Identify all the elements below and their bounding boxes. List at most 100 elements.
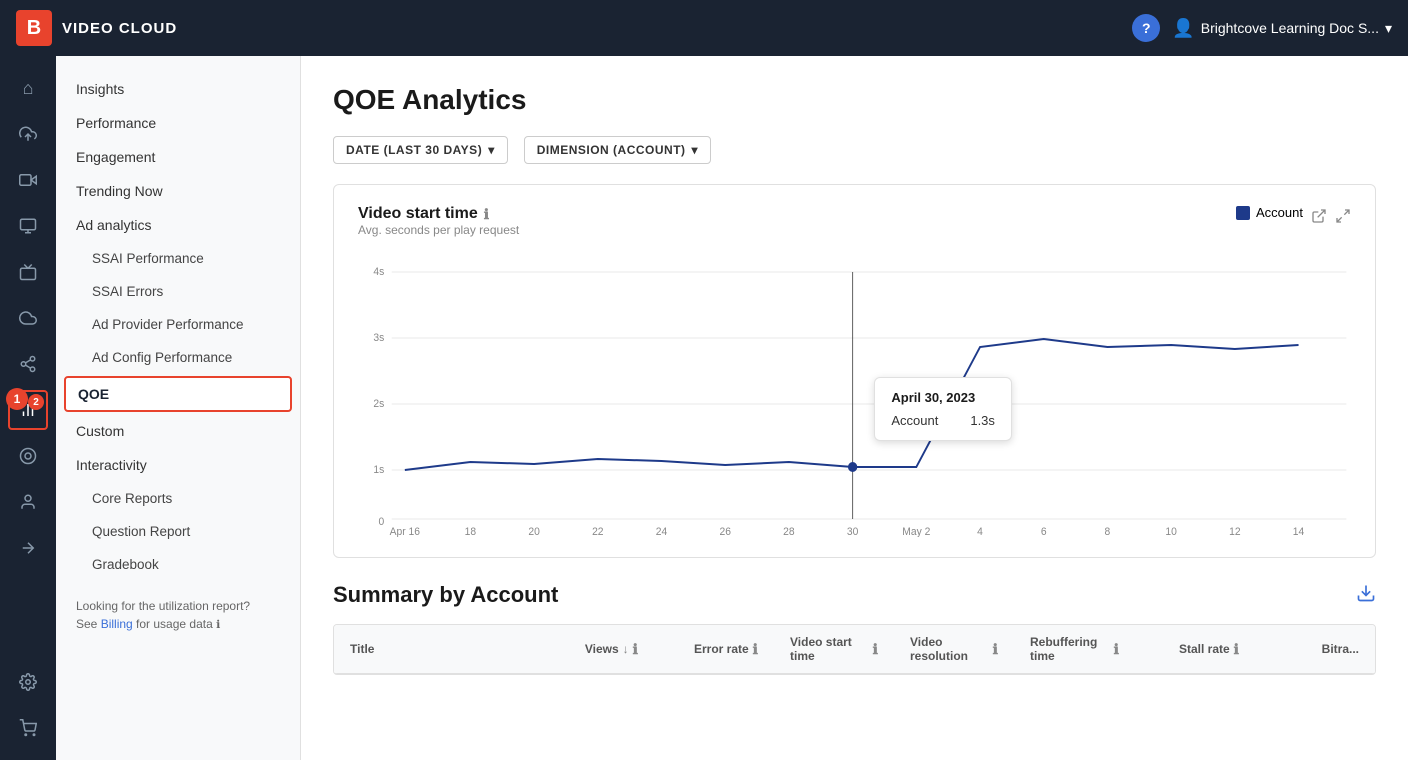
badge-2: 2 — [28, 394, 44, 410]
th-views[interactable]: Views ↓ ℹ — [534, 635, 654, 663]
sidebar-users[interactable] — [8, 482, 48, 522]
svg-text:6: 6 — [1041, 526, 1047, 537]
table-header: Title Views ↓ ℹ Error rate ℹ Video start… — [334, 625, 1375, 674]
dimension-filter-chevron: ▾ — [692, 143, 699, 157]
chart-header: Video start time ℹ Avg. seconds per play… — [358, 205, 1351, 253]
main-layout: ⌂ 1 2 — [0, 56, 1408, 760]
svg-text:30: 30 — [847, 526, 859, 537]
nav-sidebar: Insights Performance Engagement Trending… — [56, 56, 301, 760]
sidebar-arrow[interactable] — [8, 528, 48, 568]
th-start-time: Video start time ℹ — [774, 635, 894, 663]
svg-text:24: 24 — [656, 526, 668, 537]
date-filter[interactable]: DATE (LAST 30 DAYS) ▾ — [333, 136, 508, 164]
sidebar-home[interactable]: ⌂ — [8, 68, 48, 108]
th-rebuffering: Rebuffering time ℹ — [1014, 635, 1135, 663]
th-stall-rate: Stall rate ℹ — [1135, 635, 1255, 663]
export-icon[interactable] — [1311, 208, 1327, 229]
nav-gradebook[interactable]: Gradebook — [56, 548, 300, 581]
sidebar-analytics[interactable]: 1 2 — [8, 390, 48, 430]
sidebar-tv[interactable] — [8, 252, 48, 292]
nav-ad-provider[interactable]: Ad Provider Performance — [56, 308, 300, 341]
dimension-filter-label: DIMENSION (ACCOUNT) — [537, 143, 686, 157]
th-rebuf-info: ℹ — [1114, 641, 1119, 658]
chart-svg: 4s 3s 2s 1s 0 Apr 16 18 20 22 24 — [358, 257, 1351, 537]
svg-text:4s: 4s — [373, 266, 384, 278]
sidebar-settings[interactable] — [8, 662, 48, 702]
sidebar-monitor[interactable] — [8, 436, 48, 476]
nav-footer: Looking for the utilization report?See B… — [56, 581, 300, 650]
sidebar-cart[interactable] — [8, 708, 48, 748]
billing-link[interactable]: Billing — [101, 617, 133, 631]
sidebar-video[interactable] — [8, 160, 48, 200]
download-button[interactable] — [1356, 583, 1376, 608]
nav-ssai-errors[interactable]: SSAI Errors — [56, 275, 300, 308]
footer-suffix: for usage data — [136, 617, 216, 631]
nav-performance[interactable]: Performance — [56, 106, 300, 140]
filter-bar: DATE (LAST 30 DAYS) ▾ DIMENSION (ACCOUNT… — [333, 136, 1376, 164]
chart-title: Video start time ℹ — [358, 205, 519, 223]
topnav-right: ? 👤 Brightcove Learning Doc S... ▾ — [1132, 14, 1392, 42]
svg-text:12: 12 — [1229, 526, 1241, 537]
th-error-rate: Error rate ℹ — [654, 635, 774, 663]
nav-ssai-performance[interactable]: SSAI Performance — [56, 242, 300, 275]
th-start-info: ℹ — [873, 641, 878, 658]
nav-qoe[interactable]: QOE — [64, 376, 292, 412]
sidebar-share[interactable] — [8, 344, 48, 384]
nav-interactivity[interactable]: Interactivity — [56, 448, 300, 482]
dimension-filter[interactable]: DIMENSION (ACCOUNT) ▾ — [524, 136, 711, 164]
nav-question-report[interactable]: Question Report — [56, 515, 300, 548]
sidebar-upload[interactable] — [8, 114, 48, 154]
date-filter-label: DATE (LAST 30 DAYS) — [346, 143, 482, 157]
nav-ad-analytics[interactable]: Ad analytics — [56, 208, 300, 242]
th-res-info: ℹ — [993, 641, 998, 658]
footer-info-icon: ℹ — [216, 619, 220, 631]
expand-icon[interactable] — [1335, 208, 1351, 229]
svg-text:8: 8 — [1105, 526, 1111, 537]
nav-custom[interactable]: Custom — [56, 414, 300, 448]
chart-card: Video start time ℹ Avg. seconds per play… — [333, 184, 1376, 558]
chart-subtitle: Avg. seconds per play request — [358, 223, 519, 237]
summary-header: Summary by Account — [333, 582, 1376, 608]
nav-engagement[interactable]: Engagement — [56, 140, 300, 174]
svg-text:0: 0 — [379, 516, 385, 528]
svg-text:26: 26 — [719, 526, 731, 537]
help-button[interactable]: ? — [1132, 14, 1160, 42]
svg-text:18: 18 — [465, 526, 477, 537]
user-menu[interactable]: 👤 Brightcove Learning Doc S... ▾ — [1172, 18, 1392, 39]
svg-text:3s: 3s — [373, 332, 384, 344]
chart-legend: Account — [1236, 205, 1303, 220]
summary-table: Title Views ↓ ℹ Error rate ℹ Video start… — [333, 624, 1376, 675]
th-resolution: Video resolution ℹ — [894, 635, 1014, 663]
svg-text:1s: 1s — [373, 464, 384, 476]
content-area: QOE Analytics DATE (LAST 30 DAYS) ▾ DIME… — [301, 56, 1408, 760]
th-views-info: ℹ — [633, 641, 638, 658]
logo-text: VIDEO CLOUD — [62, 20, 177, 37]
topnav: B VIDEO CLOUD ? 👤 Brightcove Learning Do… — [0, 0, 1408, 56]
sidebar-media[interactable] — [8, 206, 48, 246]
user-chevron: ▾ — [1385, 20, 1392, 37]
chart-info-icon[interactable]: ℹ — [484, 206, 489, 223]
th-stall-info: ℹ — [1234, 641, 1239, 658]
svg-text:22: 22 — [592, 526, 604, 537]
user-icon: 👤 — [1172, 18, 1194, 39]
logo-badge: B — [16, 10, 52, 46]
chart-actions: Account — [1236, 205, 1351, 232]
legend-label: Account — [1256, 205, 1303, 220]
nav-ad-config[interactable]: Ad Config Performance — [56, 341, 300, 374]
logo-area: B VIDEO CLOUD — [16, 10, 177, 46]
sort-icon: ↓ — [623, 642, 629, 656]
svg-text:10: 10 — [1165, 526, 1177, 537]
sidebar-cloud[interactable] — [8, 298, 48, 338]
svg-text:2s: 2s — [373, 398, 384, 410]
nav-insights[interactable]: Insights — [56, 72, 300, 106]
nav-trending[interactable]: Trending Now — [56, 174, 300, 208]
svg-text:4: 4 — [977, 526, 983, 537]
summary-title: Summary by Account — [333, 582, 558, 608]
th-bitrate: Bitra... — [1255, 635, 1375, 663]
icon-sidebar: ⌂ 1 2 — [0, 56, 56, 760]
svg-text:28: 28 — [783, 526, 795, 537]
svg-text:14: 14 — [1293, 526, 1305, 537]
th-error-info: ℹ — [753, 641, 758, 658]
nav-core-reports[interactable]: Core Reports — [56, 482, 300, 515]
th-title: Title — [334, 635, 534, 663]
